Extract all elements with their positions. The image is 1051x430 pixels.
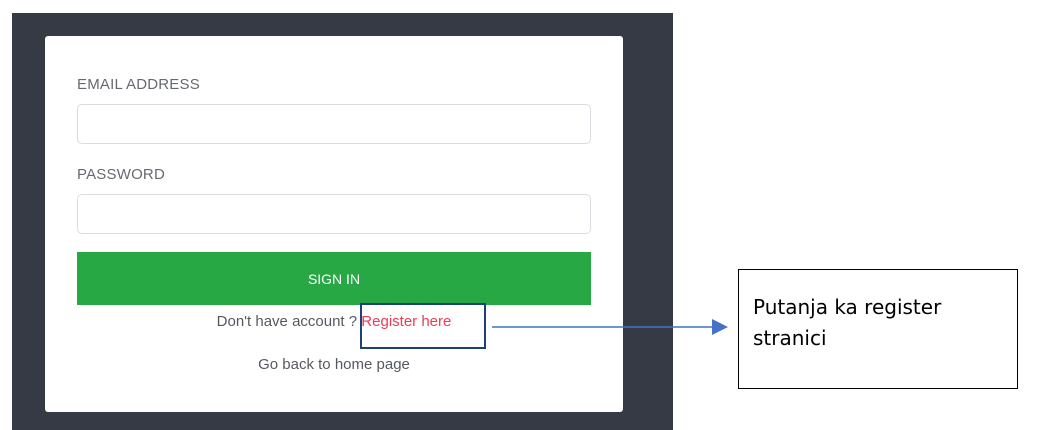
- annotation-arrow: [492, 319, 728, 335]
- email-field[interactable]: [77, 104, 591, 144]
- annotation-callout: Putanja ka register stranici: [738, 269, 1018, 389]
- register-highlight-box: [360, 303, 486, 349]
- sign-in-button[interactable]: SIGN IN: [77, 252, 591, 305]
- arrow-head-icon: [712, 319, 728, 335]
- email-label: EMAIL ADDRESS: [77, 76, 200, 93]
- password-label: PASSWORD: [77, 166, 165, 183]
- home-row: Go back to home page: [45, 356, 623, 373]
- login-card: EMAIL ADDRESS PASSWORD SIGN IN Don't hav…: [45, 36, 623, 412]
- home-page-link[interactable]: Go back to home page: [258, 356, 410, 373]
- no-account-text: Don't have account ?: [216, 313, 358, 330]
- password-field[interactable]: [77, 194, 591, 234]
- annotation-text: Putanja ka register stranici: [753, 295, 942, 350]
